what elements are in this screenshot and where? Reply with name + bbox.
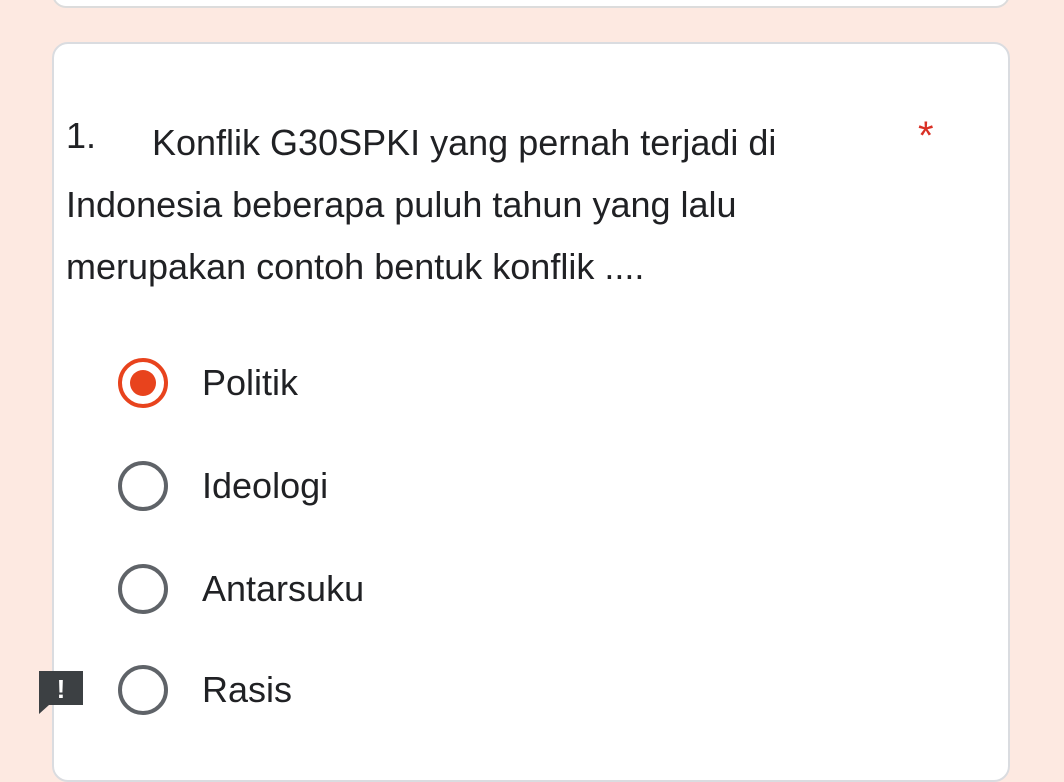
- report-issue-icon[interactable]: !: [36, 668, 86, 716]
- option-rasis[interactable]: Rasis: [118, 663, 292, 717]
- radio-button[interactable]: [118, 665, 168, 715]
- radio-button[interactable]: [118, 461, 168, 511]
- radio-dot-icon: [130, 370, 156, 396]
- option-antarsuku[interactable]: Antarsuku: [118, 562, 364, 616]
- option-label: Antarsuku: [202, 568, 365, 609]
- option-label: Ideologi: [202, 465, 329, 506]
- option-ideologi[interactable]: Ideologi: [118, 459, 328, 513]
- radio-button[interactable]: [118, 564, 168, 614]
- option-politik[interactable]: Politik: [118, 356, 298, 410]
- option-label: Rasis: [202, 669, 293, 710]
- report-issue-symbol: !: [57, 674, 66, 704]
- previous-card: [52, 0, 1010, 8]
- required-marker: *: [918, 114, 934, 158]
- question-text: Konflik G30SPKI yang pernah terjadi di I…: [66, 122, 777, 287]
- option-label: Politik: [202, 362, 299, 403]
- radio-button-selected[interactable]: [118, 358, 168, 408]
